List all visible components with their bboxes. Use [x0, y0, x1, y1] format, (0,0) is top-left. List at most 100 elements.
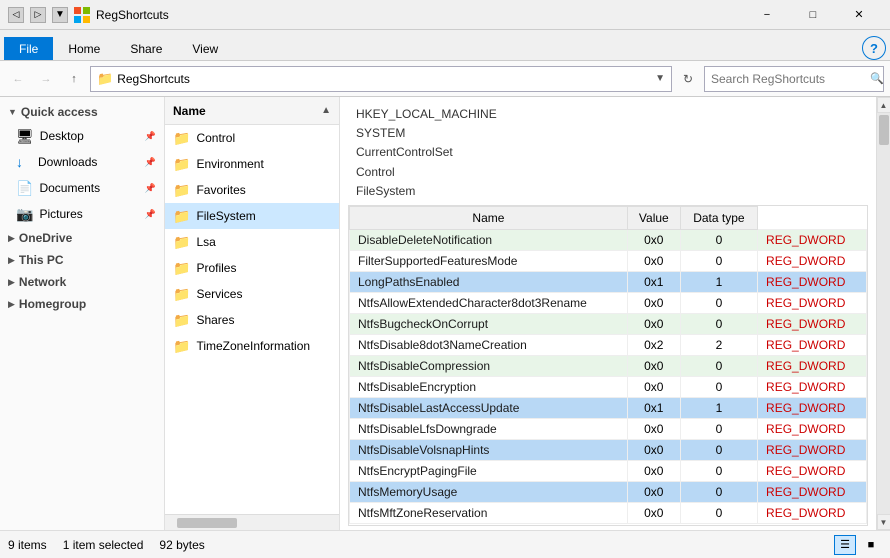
table-row[interactable]: DisableDeleteNotification 0x0 0 REG_DWOR… [350, 229, 867, 250]
folder-icon-selected: 📁 [173, 208, 190, 225]
table-row[interactable]: NtfsAllowExtendedCharacter8dot3Rename 0x… [350, 292, 867, 313]
scroll-down-button[interactable]: ▼ [877, 514, 890, 530]
table-row[interactable]: NtfsMemoryUsage 0x0 0 REG_DWORD [350, 481, 867, 502]
sort-arrow-icon[interactable]: ▲ [321, 105, 331, 116]
breadcrumb-line-4: Control [356, 163, 860, 182]
folder-icon-2: 📁 [173, 156, 190, 173]
reg-name: NtfsMemoryUsage [350, 481, 628, 502]
sidebar-item-pictures[interactable]: 📷 Pictures 📌 [0, 201, 164, 227]
pin-icon-2: 📌 [145, 157, 156, 168]
file-item-shares[interactable]: 📁 Shares [165, 307, 339, 333]
refresh-button[interactable]: ↻ [676, 67, 700, 91]
table-row[interactable]: NtfsMftZoneReservation 0x0 0 REG_DWORD [350, 502, 867, 523]
tab-view[interactable]: View [177, 37, 233, 60]
reg-datatype: REG_DWORD [758, 460, 867, 481]
file-item-services[interactable]: 📁 Services [165, 281, 339, 307]
scroll-track [877, 113, 890, 514]
reg-datatype: REG_DWORD [758, 250, 867, 271]
table-row[interactable]: NtfsDisableLfsDowngrade 0x0 0 REG_DWORD [350, 418, 867, 439]
reg-value: 0x0 [627, 502, 680, 523]
documents-icon: 📄 [16, 180, 33, 197]
forward-icon[interactable]: ▷ [30, 7, 46, 23]
reg-data: 0 [680, 313, 757, 334]
details-view-button[interactable]: ☰ [834, 535, 856, 555]
reg-name: NtfsAllowExtendedCharacter8dot3Rename [350, 292, 628, 313]
file-name-8: TimeZoneInformation [196, 339, 310, 353]
sidebar-item-downloads[interactable]: ↓ Downloads 📌 [0, 149, 164, 175]
pin-icon-4: 📌 [145, 209, 156, 220]
scroll-thumb-v[interactable] [879, 115, 889, 145]
reg-data: 0 [680, 439, 757, 460]
breadcrumb-line-1: HKEY_LOCAL_MACHINE [356, 105, 860, 124]
back-icon[interactable]: ◁ [8, 7, 24, 23]
registry-table-container[interactable]: Name Value Data type DisableDeleteNotifi… [348, 205, 868, 526]
file-item-favorites[interactable]: 📁 Favorites [165, 177, 339, 203]
col-header-value[interactable]: Value [627, 206, 680, 229]
folder-icon: 📁 [173, 130, 190, 147]
table-row[interactable]: FilterSupportedFeaturesMode 0x0 0 REG_DW… [350, 250, 867, 271]
folder-icon-6: 📁 [173, 286, 190, 303]
table-row[interactable]: NtfsEncryptPagingFile 0x0 0 REG_DWORD [350, 460, 867, 481]
sidebar-section-homegroup[interactable]: ▶ Homegroup [0, 293, 164, 315]
tab-home[interactable]: Home [53, 37, 115, 60]
address-path[interactable]: 📁 RegShortcuts ▼ [90, 66, 672, 92]
nav-back-button[interactable]: ← [6, 67, 30, 91]
tab-file[interactable]: File [4, 37, 53, 60]
sidebar-section-network[interactable]: ▶ Network [0, 271, 164, 293]
reg-datatype: REG_DWORD [758, 418, 867, 439]
list-view-button[interactable]: ■ [860, 535, 882, 555]
horizontal-scrollbar[interactable] [165, 514, 339, 530]
folder-icon-3: 📁 [173, 182, 190, 199]
recent-icon[interactable]: ▼ [52, 7, 68, 23]
file-item-profiles[interactable]: 📁 Profiles [165, 255, 339, 281]
search-input[interactable] [711, 72, 866, 86]
table-row[interactable]: LongPathsEnabled 0x1 1 REG_DWORD [350, 271, 867, 292]
address-dropdown-icon[interactable]: ▼ [655, 73, 665, 84]
file-item-control[interactable]: 📁 Control [165, 125, 339, 151]
title-bar-title: RegShortcuts [96, 8, 169, 22]
file-item-filesystem[interactable]: 📁 FileSystem [165, 203, 339, 229]
desktop-icon: 🖥 [16, 128, 34, 145]
item-count: 9 items [8, 538, 47, 552]
tab-share[interactable]: Share [115, 37, 177, 60]
right-scrollbar[interactable]: ▲ ▼ [876, 97, 890, 530]
item-size: 92 bytes [159, 538, 204, 552]
file-item-environment[interactable]: 📁 Environment [165, 151, 339, 177]
file-item-lsa[interactable]: 📁 Lsa [165, 229, 339, 255]
nav-up-button[interactable]: ↑ [62, 67, 86, 91]
close-button[interactable]: ✕ [836, 0, 882, 30]
reg-datatype: REG_DWORD [758, 502, 867, 523]
address-bar: ← → ↑ 📁 RegShortcuts ▼ ↻ 🔍 [0, 61, 890, 97]
file-name-selected: FileSystem [196, 209, 255, 223]
scroll-thumb[interactable] [177, 518, 237, 528]
table-row[interactable]: NtfsDisableLastAccessUpdate 0x1 1 REG_DW… [350, 397, 867, 418]
nav-forward-button[interactable]: → [34, 67, 58, 91]
sidebar-item-documents[interactable]: 📄 Documents 📌 [0, 175, 164, 201]
table-row[interactable]: NtfsDisableVolsnapHints 0x0 0 REG_DWORD [350, 439, 867, 460]
sidebar-section-quickaccess[interactable]: ▼ Quick access [0, 101, 164, 123]
table-row[interactable]: NtfsDisableCompression 0x0 0 REG_DWORD [350, 355, 867, 376]
help-button[interactable]: ? [862, 36, 886, 60]
title-bar-controls[interactable]: − □ ✕ [744, 0, 882, 30]
reg-data: 0 [680, 229, 757, 250]
maximize-button[interactable]: □ [790, 0, 836, 30]
table-row[interactable]: NtfsDisable8dot3NameCreation 0x2 2 REG_D… [350, 334, 867, 355]
scroll-up-button[interactable]: ▲ [877, 97, 890, 113]
file-list: 📁 Control 📁 Environment 📁 Favorites 📁 Fi… [165, 125, 339, 514]
col-header-datatype[interactable]: Data type [680, 206, 757, 229]
minimize-button[interactable]: − [744, 0, 790, 30]
sidebar-item-desktop[interactable]: 🖥 Desktop 📌 [0, 123, 164, 149]
reg-value: 0x0 [627, 250, 680, 271]
window-logo [74, 7, 90, 23]
table-row[interactable]: NtfsBugcheckOnCorrupt 0x0 0 REG_DWORD [350, 313, 867, 334]
desktop-label: Desktop [40, 129, 139, 143]
sidebar-section-thispc[interactable]: ▶ This PC [0, 249, 164, 271]
table-row[interactable]: NtfsDisableEncryption 0x0 0 REG_DWORD [350, 376, 867, 397]
reg-name: LongPathsEnabled [350, 271, 628, 292]
sidebar-section-onedrive[interactable]: ▶ OneDrive [0, 227, 164, 249]
pictures-label: Pictures [39, 207, 138, 221]
file-name-3: Favorites [196, 183, 245, 197]
reg-value: 0x0 [627, 355, 680, 376]
col-header-name[interactable]: Name [350, 206, 628, 229]
file-item-timezone[interactable]: 📁 TimeZoneInformation [165, 333, 339, 359]
